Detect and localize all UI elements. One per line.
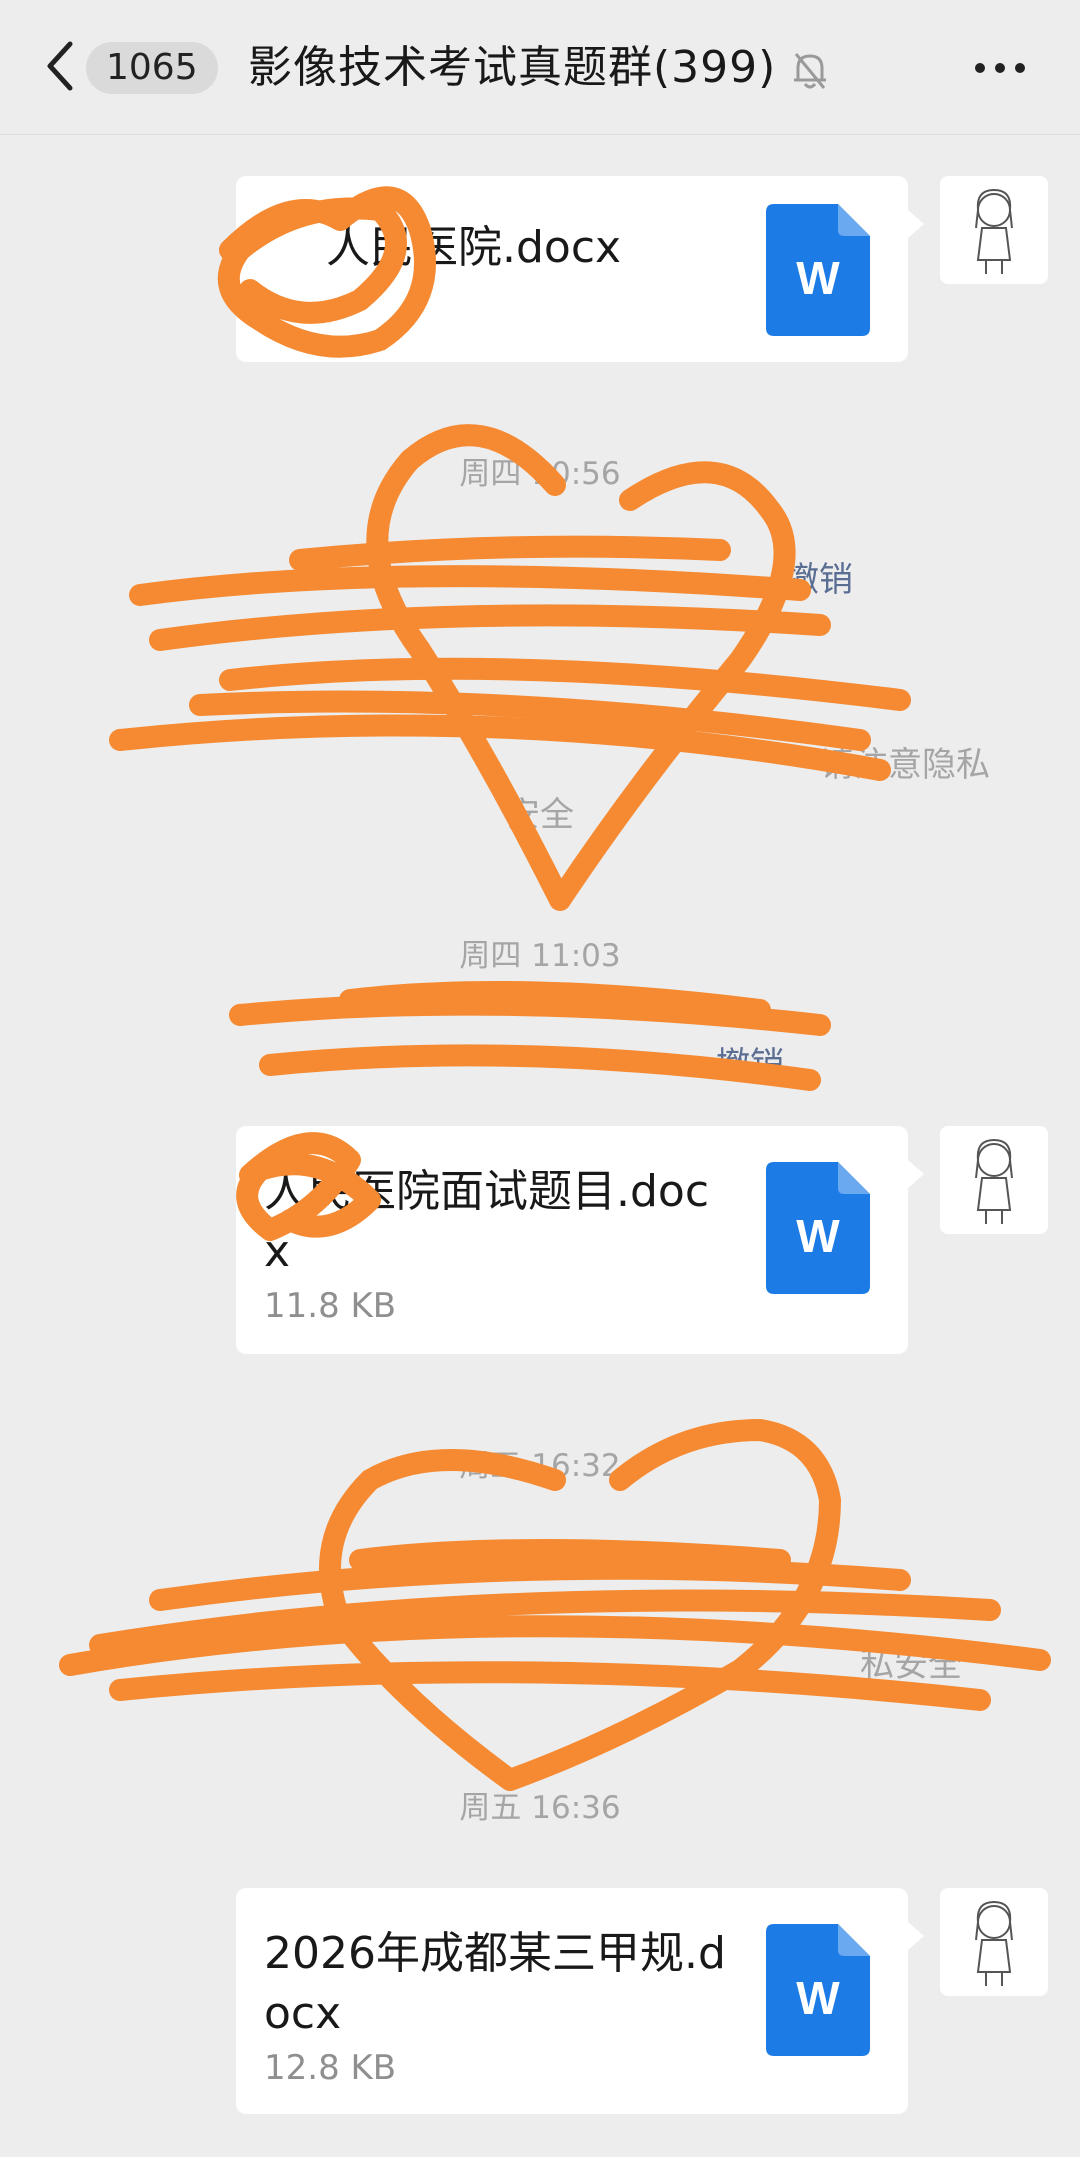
chat-title: 影像技术考试真题群(399) (248, 42, 777, 93)
chevron-left-icon (47, 41, 73, 91)
system-text-fragment: 私安全 (860, 1645, 962, 1685)
file-size: 12.8 KB (264, 2048, 397, 2088)
cartoon-girl-avatar-icon (975, 1900, 1013, 1986)
cartoon-girl-avatar-icon (975, 1138, 1013, 1224)
timestamp: 周四 11:03 (459, 938, 621, 974)
revoke-link[interactable]: 撤销 (785, 555, 853, 605)
timestamp: 周五 16:36 (459, 1790, 621, 1826)
avatar[interactable] (940, 176, 1048, 284)
svg-text:W: W (796, 1972, 840, 2024)
svg-text:W: W (796, 252, 840, 304)
avatar[interactable] (940, 1888, 1048, 1996)
timestamp: 周四 10:56 (459, 456, 621, 492)
file-message-bubble[interactable]: 2026年成都某三甲规.docx 12.8 KB W (236, 1888, 924, 2114)
word-doc-icon: W (766, 1924, 870, 2056)
revoke-link[interactable]: 撤销 (716, 1040, 784, 1090)
file-name: 2026年成都某三甲规.docx (264, 1928, 726, 2039)
file-name: 人民医院.docx (326, 222, 622, 273)
file-message-bubble[interactable]: 人民医院面试题目.docx 11.8 KB W (236, 1126, 924, 1354)
avatar[interactable] (940, 1126, 1048, 1234)
file-name: 人民医院面试题目.docx (264, 1166, 710, 1277)
chat-header: 1065 影像技术考试真题群(399) (0, 0, 1080, 135)
word-doc-icon: W (766, 1162, 870, 1294)
more-dots-icon (975, 63, 1025, 73)
bell-off-icon (790, 48, 830, 92)
more-options-button[interactable] (970, 56, 1030, 80)
file-size: 11.8 KB (264, 1286, 397, 1326)
file-message-bubble[interactable]: 人民医院.docx W (236, 176, 924, 362)
word-doc-icon: W (766, 204, 870, 336)
timestamp: 周五 16:32 (459, 1448, 621, 1484)
system-message: 安全 (80, 790, 1000, 840)
svg-text:W: W (796, 1210, 840, 1262)
unread-count-badge[interactable]: 1065 (86, 42, 218, 94)
system-text-fragment: 请注意隐私 (820, 745, 990, 785)
system-text-fragment: 安全 (506, 795, 574, 835)
back-button[interactable] (36, 36, 88, 96)
cartoon-girl-avatar-icon (975, 188, 1013, 274)
